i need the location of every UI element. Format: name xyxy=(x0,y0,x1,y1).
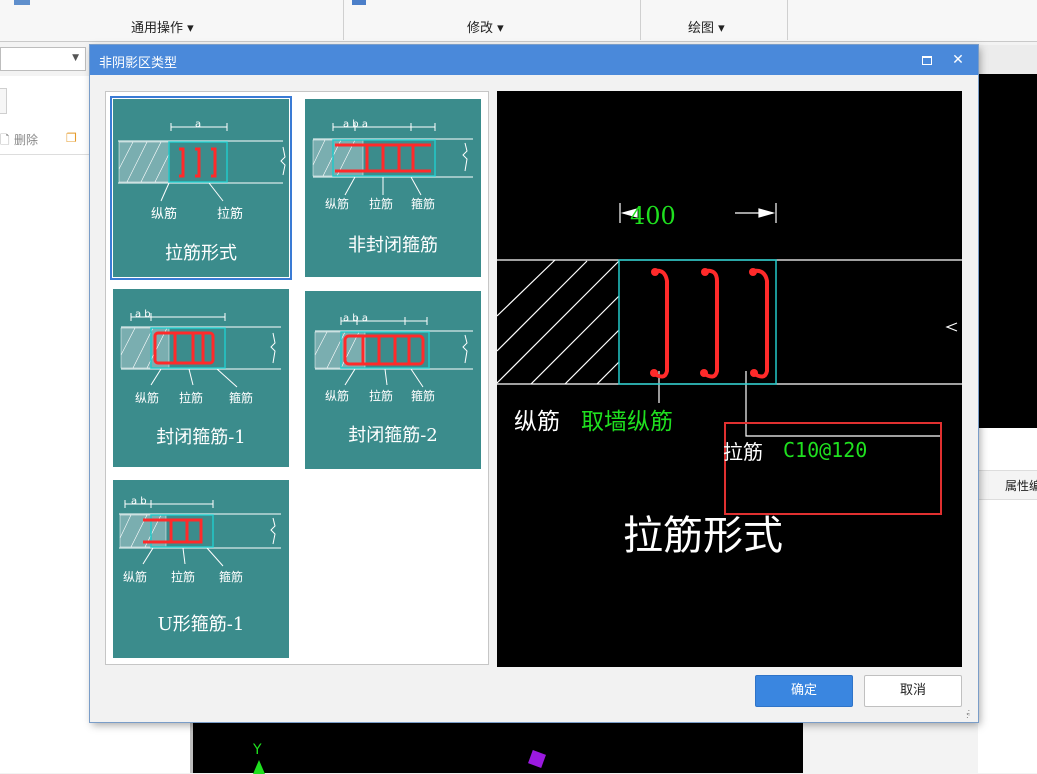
maximize-icon xyxy=(922,56,932,65)
ribbon-icon-fragment xyxy=(14,0,30,5)
tile-label: 非封闭箍筋 xyxy=(348,235,438,256)
canvas-marker xyxy=(528,750,546,768)
tile-dim-label: a b xyxy=(135,309,151,320)
tile-open-stirrup[interactable]: a b a 纵筋 拉筋 箍筋 非封闭箍筋 xyxy=(305,99,481,277)
tile-sub-label: 拉筋 xyxy=(369,197,394,211)
type-tile-panel: a 纵筋 拉筋 拉筋形式 a b a 纵筋 拉筋 箍筋 非封闭箍筋 a b 纵筋… xyxy=(105,91,489,665)
ribbon-separator xyxy=(787,0,788,40)
right-canvas xyxy=(978,74,1037,428)
tile-sub-label: 拉筋 xyxy=(171,570,196,584)
floor-combo[interactable]: ▼ xyxy=(0,47,86,71)
tile-sub-label: 纵筋 xyxy=(325,197,350,211)
tile-label: 封闭箍筋-2 xyxy=(348,425,438,446)
ok-button[interactable]: 确定 xyxy=(755,675,853,707)
left-panel-toolbar: 🗋 删除 ❐ xyxy=(0,126,90,155)
tile-label: U形箍筋-1 xyxy=(157,614,245,635)
ribbon-separator xyxy=(343,0,344,40)
tile-label: 封闭箍筋-1 xyxy=(156,427,246,448)
property-header-row: 属性编 xyxy=(978,470,1037,500)
resize-grip-icon[interactable]: .::· xyxy=(966,708,975,720)
dialog-titlebar[interactable]: 非阴影区类型 ✕ xyxy=(90,45,978,75)
close-button[interactable]: ✕ xyxy=(948,50,968,70)
left-panel: 🗋 删除 ❐ xyxy=(0,76,91,773)
drawing-canvas[interactable]: Y xyxy=(190,722,803,774)
preview-diagram xyxy=(497,203,962,515)
tile-tie-bar-form[interactable]: a 纵筋 拉筋 拉筋形式 xyxy=(110,96,292,280)
tile-sub-label: 箍筋 xyxy=(229,391,254,405)
tile-sub-label: 箍筋 xyxy=(411,197,436,211)
tile-sub-label: 纵筋 xyxy=(123,570,148,584)
ribbon-group-general-ops[interactable]: 通用操作 ▾ xyxy=(131,17,194,36)
right-panel-header xyxy=(978,45,1037,75)
tile-sub-label: 纵筋 xyxy=(135,391,160,405)
bottom-left-area xyxy=(90,722,190,773)
tile-u-stirrup-1[interactable]: a b 纵筋 拉筋 箍筋 U形箍筋-1 xyxy=(113,480,289,658)
tile-sub-label: 纵筋 xyxy=(325,389,350,403)
tile-closed-stirrup-2[interactable]: a b a 纵筋 拉筋 箍筋 封闭箍筋-2 xyxy=(305,291,481,469)
ribbon-group-modify[interactable]: 修改 ▾ xyxy=(467,17,504,36)
tile-sub-label: 纵筋 xyxy=(151,207,178,222)
ribbon-separator xyxy=(640,0,641,40)
preview-value-longitudinal[interactable]: 取墙纵筋 xyxy=(581,402,673,436)
chevron-down-icon: ▼ xyxy=(72,53,79,63)
tile-dim-label: a b xyxy=(131,496,147,507)
tile-dim-label: a xyxy=(195,119,202,130)
dialog-non-shadow-type: 非阴影区类型 ✕ a 纵筋 拉筋 拉筋形式 a b a 纵筋 拉筋 箍筋 非封闭… xyxy=(90,45,978,722)
tile-dim-label: a b a xyxy=(343,313,368,324)
ribbon-toolbar: 通用操作 ▾ 修改 ▾ 绘图 ▾ xyxy=(0,0,1037,42)
bottom-right-area xyxy=(803,722,978,773)
preview-label-tie-bar: 拉筋 xyxy=(723,440,763,464)
preview-value-tie-bar[interactable]: C10@120 xyxy=(783,438,867,462)
cancel-button[interactable]: 取消 xyxy=(864,675,962,707)
tile-sub-label: 拉筋 xyxy=(179,391,204,405)
tile-sub-label: 拉筋 xyxy=(217,207,244,222)
tile-sub-label: 箍筋 xyxy=(219,570,244,584)
tile-label: 拉筋形式 xyxy=(165,243,237,264)
tile-dim-label: a b a xyxy=(343,119,368,130)
axis-y-label: Y xyxy=(253,742,262,758)
ribbon-group-draw[interactable]: 绘图 ▾ xyxy=(688,17,725,36)
preview-dimension-label: 400 xyxy=(630,202,676,230)
preview-label-longitudinal: 纵筋 xyxy=(514,409,560,435)
ribbon-icon-fragment xyxy=(352,0,366,5)
preview-title: 拉筋形式 xyxy=(623,513,783,559)
property-label: 属性编 xyxy=(1005,479,1037,493)
copy-icon[interactable]: ❐ xyxy=(66,131,77,145)
delete-icon[interactable]: 🗋 xyxy=(0,131,10,152)
tile-sub-label: 箍筋 xyxy=(411,389,436,403)
dialog-title: 非阴影区类型 xyxy=(99,56,178,71)
tile-sub-label: 拉筋 xyxy=(369,389,394,403)
preview-canvas: 400 纵筋 取墙纵筋 拉筋 C10@120 拉筋形式 xyxy=(497,91,962,667)
maximize-button[interactable] xyxy=(917,50,937,70)
axis-arrow-icon xyxy=(253,760,265,774)
delete-button[interactable]: 删除 xyxy=(14,131,38,148)
tile-closed-stirrup-1[interactable]: a b 纵筋 拉筋 箍筋 封闭箍筋-1 xyxy=(113,289,289,467)
left-panel-tab[interactable] xyxy=(0,88,7,114)
